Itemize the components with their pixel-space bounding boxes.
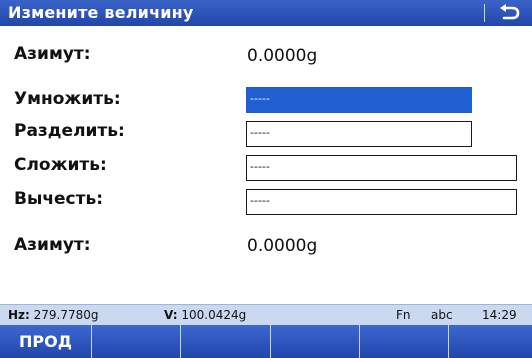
clock: 14:29 xyxy=(482,308,517,322)
azimuth-label-top: Азимут: xyxy=(14,44,91,64)
input-mode-indicator: abc xyxy=(431,308,453,322)
add-label: Сложить: xyxy=(14,155,107,175)
softkey-4[interactable] xyxy=(271,325,360,358)
softkey-3[interactable] xyxy=(181,325,271,358)
v-value: 100.0424g xyxy=(181,308,247,322)
add-field[interactable]: ----- xyxy=(246,155,517,181)
back-arrow-icon[interactable] xyxy=(490,0,528,26)
status-bar: Hz: 279.7780g V: 100.0424g Fn abc 14:29 xyxy=(0,304,532,325)
hz-readout: Hz: 279.7780g xyxy=(8,308,99,322)
softkey-6[interactable] xyxy=(449,325,532,358)
multiply-field[interactable]: ----- xyxy=(246,87,472,113)
back-arrow-icon-graphic xyxy=(500,4,520,20)
title-separator xyxy=(484,4,485,22)
subtract-field[interactable]: ----- xyxy=(246,189,517,215)
azimuth-value-bottom: 0.0000g xyxy=(247,236,318,256)
softkey-2[interactable] xyxy=(92,325,181,358)
softkey-bar: ПРОД xyxy=(0,325,532,358)
fn-indicator: Fn xyxy=(396,308,411,322)
v-readout: V: 100.0424g xyxy=(164,308,246,322)
divide-field[interactable]: ----- xyxy=(246,121,472,147)
window-title: Измените величину xyxy=(8,3,194,22)
hz-label: Hz: xyxy=(8,308,30,322)
title-bar: Измените величину xyxy=(0,0,532,26)
azimuth-value-top: 0.0000g xyxy=(247,46,318,66)
subtract-label: Вычесть: xyxy=(14,189,104,209)
v-label: V: xyxy=(164,308,178,322)
hz-value: 279.7780g xyxy=(33,308,99,322)
azimuth-label-bottom: Азимут: xyxy=(14,235,91,255)
softkey-5[interactable] xyxy=(360,325,449,358)
multiply-label: Умножить: xyxy=(14,89,121,109)
divide-label: Разделить: xyxy=(14,121,125,141)
softkey-1[interactable]: ПРОД xyxy=(0,325,92,358)
